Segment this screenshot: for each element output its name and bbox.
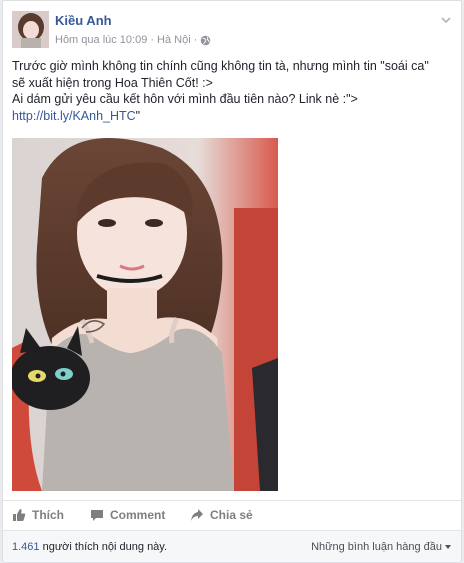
post-footer: 1.461 người thích nội dung này. Những bì… [3, 530, 461, 562]
comment-sort-label: Những bình luận hàng đầu [311, 541, 442, 553]
globe-icon[interactable] [200, 35, 211, 46]
thumbs-up-icon [13, 509, 26, 521]
post-text-line-2: sẽ xuất hiện trong Hoa Thiên Cốt! :> [12, 75, 213, 90]
comment-button[interactable]: Comment [90, 508, 165, 522]
meta-separator: · [150, 34, 155, 46]
post-text: Trước giờ mình không tin chính cũng khôn… [12, 58, 452, 124]
post-text-line-3: Ai dám gửi yêu cầu kết hôn với mình đầu … [12, 92, 358, 106]
share-label: Chia sẻ [210, 508, 253, 522]
share-button[interactable]: Chia sẻ [190, 508, 253, 522]
post-timestamp[interactable]: Hôm qua lúc 10:09 [55, 34, 147, 46]
comment-label: Comment [110, 508, 166, 522]
post-card: Kiều Anh Hôm qua lúc 10:09 · Hà Nội · Tr… [2, 0, 462, 563]
likes-text: người thích nội dung này. [39, 541, 168, 553]
like-label: Thích [32, 508, 64, 522]
share-arrow-icon [191, 509, 203, 521]
caret-down-icon [445, 545, 451, 549]
post-photo[interactable] [12, 138, 278, 491]
post-actions: Thích Comment Chia sẻ [3, 500, 461, 530]
like-button[interactable]: Thích [12, 508, 64, 522]
chevron-down-icon[interactable] [439, 13, 453, 27]
author-name[interactable]: Kiều Anh [55, 13, 112, 28]
post-link-suffix: " [135, 108, 141, 123]
likes-count[interactable]: 1.461 [12, 541, 40, 553]
post-location[interactable]: Hà Nội [157, 34, 191, 46]
meta-separator-2: · [193, 34, 198, 46]
likes-summary[interactable]: 1.461 người thích nội dung này. [12, 541, 167, 553]
post-header: Kiều Anh Hôm qua lúc 10:09 · Hà Nội · [3, 1, 461, 53]
comment-sort-dropdown[interactable]: Những bình luận hàng đầu [311, 541, 451, 553]
avatar[interactable] [12, 11, 49, 48]
post-text-line-4: http://bit.ly/KAnh_HTC" [12, 108, 452, 125]
post-text-line-1: Trước giờ mình không tin chính cũng khôn… [12, 59, 429, 73]
post-link[interactable]: http://bit.ly/KAnh_HTC [12, 109, 136, 123]
post-meta: Hôm qua lúc 10:09 · Hà Nội · [55, 34, 211, 46]
speech-bubble-icon [91, 510, 103, 521]
